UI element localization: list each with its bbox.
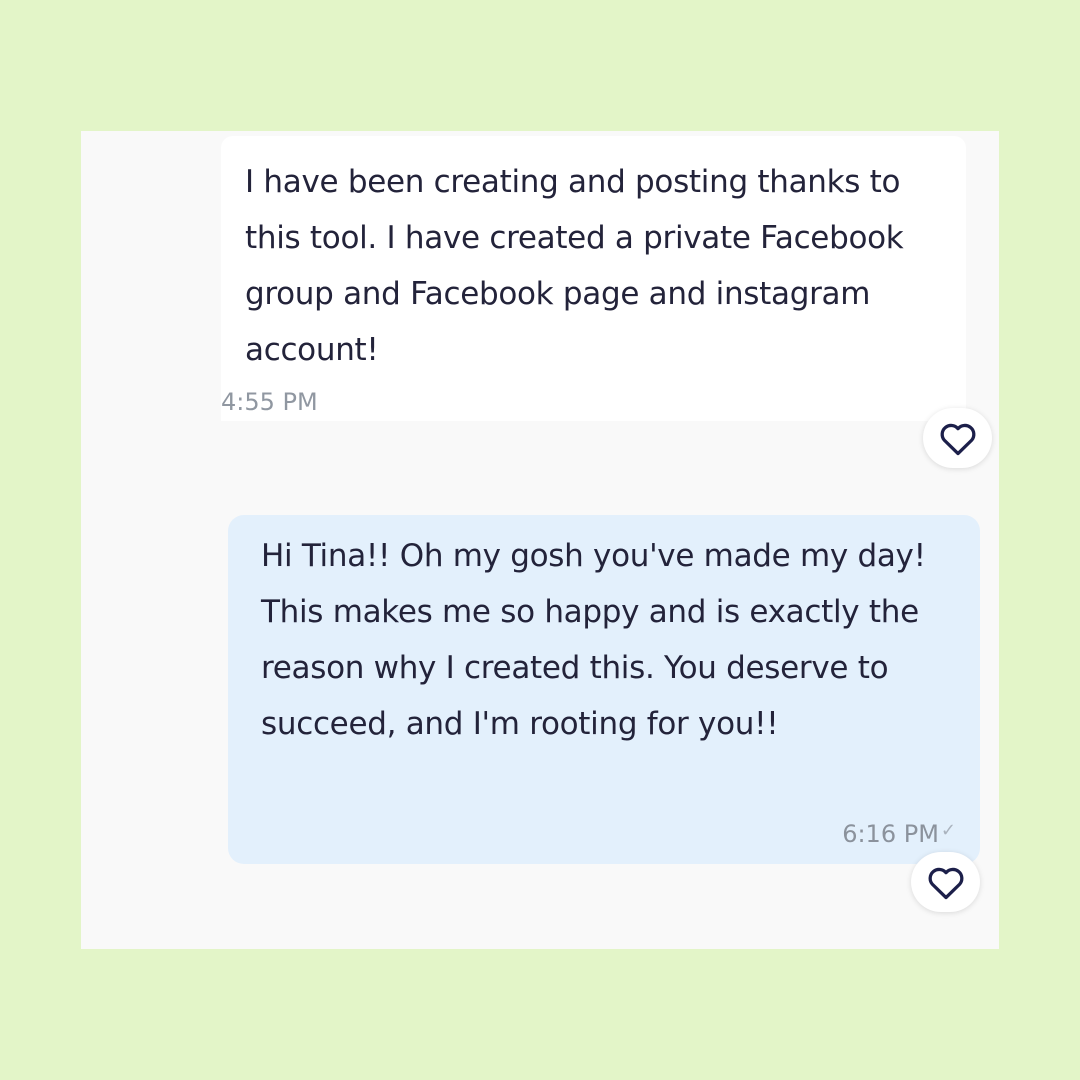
heart-outline-icon (940, 423, 975, 456)
incoming-message-bubble[interactable]: I have been creating and posting thanks … (221, 136, 966, 421)
incoming-message-timestamp: 4:55 PM (221, 388, 318, 416)
heart-outline-icon (928, 867, 963, 900)
outgoing-message-bubble[interactable]: Hi Tina!! Oh my gosh you've made my day!… (228, 515, 980, 864)
like-incoming-message-button[interactable] (923, 408, 992, 468)
like-outgoing-message-button[interactable] (911, 852, 980, 912)
outgoing-message-meta: 6:16 PM ✓ (842, 819, 956, 849)
checkmark-icon: ✓ (940, 819, 956, 841)
outgoing-message-timestamp: 6:16 PM (842, 820, 939, 848)
chat-panel: I have been creating and posting thanks … (81, 131, 999, 949)
outgoing-message-text: Hi Tina!! Oh my gosh you've made my day!… (261, 538, 926, 742)
incoming-message-text: I have been creating and posting thanks … (245, 164, 904, 368)
